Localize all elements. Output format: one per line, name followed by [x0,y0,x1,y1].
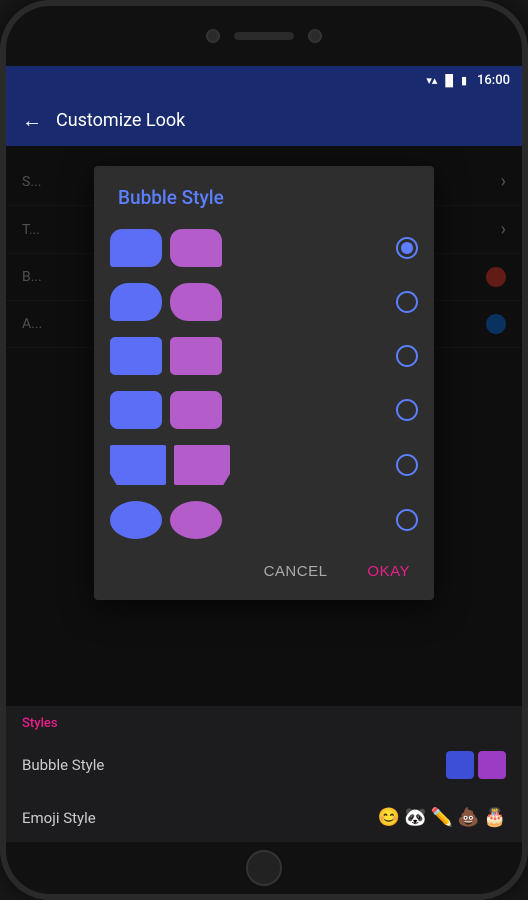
status-bar: ▾▴ ▐▌ ▮ 16:00 [6,66,522,94]
radio-style-5[interactable] [396,454,418,476]
emoji-5: 🎂 [484,807,506,828]
bubble-pair-1 [110,229,222,267]
radio-style-4[interactable] [396,399,418,421]
dialog-title: Bubble Style [94,166,434,225]
bubble-option-6[interactable] [110,497,418,543]
bubble-pair-5 [110,445,230,485]
radio-style-3[interactable] [396,345,418,367]
cancel-button[interactable]: CANCEL [256,559,336,584]
bubble-style-5-blue [110,445,166,485]
bubble-style-3-purple [170,337,222,375]
bubble-style-6-purple [170,501,222,539]
main-content: S... › T... › B... A... [6,146,522,842]
bubble-option-1[interactable] [110,225,418,271]
phone-bottom-hardware [6,842,522,894]
bubble-pair-6 [110,501,222,539]
bubble-options-list [94,225,434,543]
bottom-settings: Styles Bubble Style Emoji Style 😊 🐼 ✏️ [6,706,522,842]
front-camera [206,29,220,43]
bubble-option-4[interactable] [110,387,418,433]
bubble-option-5[interactable] [110,441,418,489]
bubble-style-4-blue [110,391,162,429]
bubble-option-2[interactable] [110,279,418,325]
bubble-pair-3 [110,337,222,375]
radio-style-6[interactable] [396,509,418,531]
bubble-pair-4 [110,391,222,429]
radio-style-1[interactable] [396,237,418,259]
phone-top-hardware [6,6,522,66]
okay-button[interactable]: OKAY [359,559,418,584]
radio-inner-1 [401,242,413,254]
bubble-style-2-blue [110,283,162,321]
emoji-style-item[interactable]: Emoji Style 😊 🐼 ✏️ 💩 🎂 [6,793,522,842]
bubble-style-4-purple [170,391,222,429]
bubble-style-3-blue [110,337,162,375]
bubble-style-6-blue [110,501,162,539]
status-icons: ▾▴ ▐▌ ▮ 16:00 [426,73,510,88]
emoji-3: ✏️ [431,807,453,828]
emoji-4: 💩 [457,807,479,828]
status-time: 16:00 [477,73,510,88]
bubble-style-dialog: Bubble Style [94,166,434,600]
bubble-style-label: Bubble Style [22,756,104,774]
bubble-style-item[interactable]: Bubble Style [6,737,522,793]
emoji-2: 🐼 [404,807,426,828]
emoji-1: 😊 [378,807,400,828]
emoji-style-preview: 😊 🐼 ✏️ 💩 🎂 [378,807,506,828]
bubble-style-preview [446,751,506,779]
bubble-style-2-purple [170,283,222,321]
bubble-option-3[interactable] [110,333,418,379]
bubble-style-5-purple [174,445,230,485]
battery-icon: ▮ [461,74,467,87]
bubble-preview-purple [478,751,506,779]
bubble-style-1-purple [170,229,222,267]
dialog-actions: CANCEL OKAY [94,543,434,592]
bubble-preview-blue [446,751,474,779]
styles-section-label: Styles [6,706,522,737]
app-bar: ← Customize Look [6,94,522,146]
home-button[interactable] [246,850,282,886]
signal-icon: ▐▌ [441,74,457,87]
app-bar-title: Customize Look [56,110,185,131]
phone-inner: ▾▴ ▐▌ ▮ 16:00 ← Customize Look S... › T.… [6,6,522,894]
phone-frame: ▾▴ ▐▌ ▮ 16:00 ← Customize Look S... › T.… [0,0,528,900]
emoji-style-label: Emoji Style [22,809,96,827]
back-arrow-icon[interactable]: ← [22,108,42,133]
bubble-style-1-blue [110,229,162,267]
proximity-sensor [308,29,322,43]
wifi-icon: ▾▴ [426,74,437,87]
bubble-pair-2 [110,283,222,321]
earpiece-speaker [234,32,294,40]
radio-style-2[interactable] [396,291,418,313]
styles-label: Styles [22,716,58,731]
